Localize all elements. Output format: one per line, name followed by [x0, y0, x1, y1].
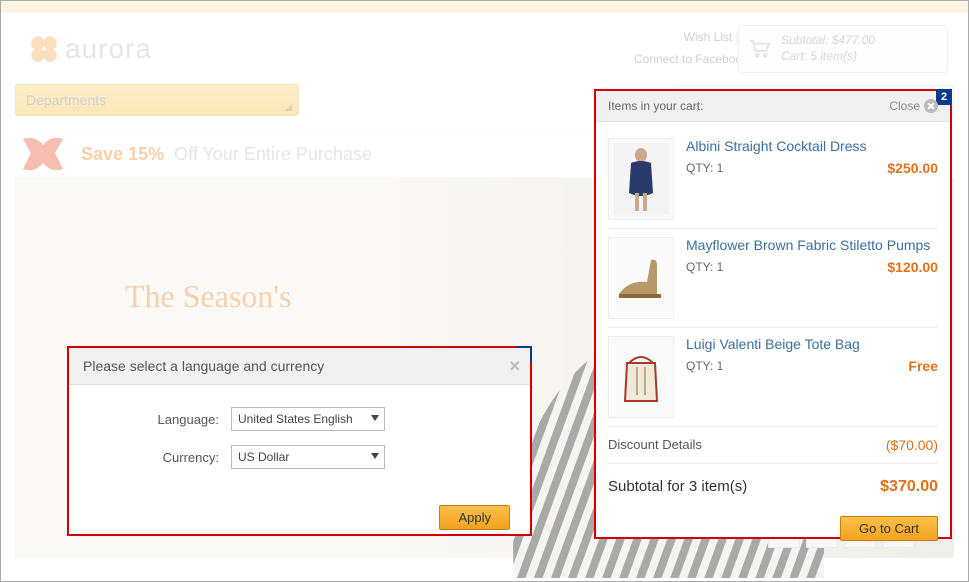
close-button[interactable]: Close	[889, 99, 938, 113]
language-label: Language:	[89, 412, 219, 427]
subtotal-value: $370.00	[880, 478, 938, 496]
product-name[interactable]: Albini Straight Cocktail Dress	[686, 138, 938, 154]
cart-item: Luigi Valenti Beige Tote Bag QTY: 1 Free	[608, 328, 938, 427]
facebook-link[interactable]: Connect to Facebook	[634, 52, 748, 66]
hero-headline: The Season's	[125, 278, 292, 315]
discount-label: Discount Details	[608, 437, 702, 453]
ribbon-icon	[15, 131, 71, 177]
chevron-down-icon	[371, 453, 379, 459]
cart-item: Mayflower Brown Fabric Stiletto Pumps QT…	[608, 229, 938, 328]
cart-item: Albini Straight Cocktail Dress QTY: 1 $2…	[608, 130, 938, 229]
currency-select[interactable]: US Dollar	[231, 445, 385, 469]
price-text: Free	[908, 358, 938, 374]
callout-badge-2: 2	[936, 89, 952, 105]
wishlist-link[interactable]: Wish List	[684, 30, 733, 44]
go-to-cart-button[interactable]: Go to Cart	[840, 516, 938, 541]
price-text: $250.00	[887, 160, 938, 176]
product-thumb[interactable]	[608, 138, 674, 220]
dialog-title: Please select a language and currency	[83, 358, 324, 374]
apply-button[interactable]: Apply	[439, 505, 510, 530]
qty-text: QTY: 1	[686, 161, 723, 175]
discount-value: ($70.00)	[886, 437, 938, 453]
logo-text: aurora	[65, 33, 152, 65]
cart-items-count: Cart: 5 item(s)	[781, 49, 875, 65]
language-currency-dialog: 1 Please select a language and currency …	[67, 346, 532, 536]
language-select[interactable]: United States English	[231, 407, 385, 431]
currency-label: Currency:	[89, 450, 219, 465]
departments-label: Departments	[26, 92, 106, 108]
subtotal-label: Subtotal for 3 item(s)	[608, 478, 747, 496]
qty-text: QTY: 1	[686, 260, 723, 274]
minicart-title: Items in your cart:	[608, 99, 703, 113]
price-text: $120.00	[887, 259, 938, 275]
cart-subtotal-label: Subtotal:	[781, 33, 828, 47]
cart-summary[interactable]: Subtotal: $477.00 Cart: 5 item(s)	[738, 25, 948, 73]
cart-subtotal-value: $477.00	[832, 33, 875, 47]
product-thumb[interactable]	[608, 336, 674, 418]
chevron-down-icon	[285, 104, 292, 111]
cart-icon	[749, 40, 771, 58]
product-thumb[interactable]	[608, 237, 674, 319]
qty-text: QTY: 1	[686, 359, 723, 373]
logo-icon	[27, 32, 61, 66]
logo[interactable]: aurora	[27, 32, 152, 66]
mini-cart: 2 Items in your cart: Close Albini Strai…	[594, 89, 952, 539]
chevron-down-icon	[371, 415, 379, 421]
departments-menu[interactable]: Departments	[15, 84, 299, 116]
close-icon	[924, 99, 938, 113]
product-name[interactable]: Luigi Valenti Beige Tote Bag	[686, 336, 938, 352]
close-icon[interactable]: ×	[509, 356, 520, 377]
product-name[interactable]: Mayflower Brown Fabric Stiletto Pumps	[686, 237, 938, 253]
